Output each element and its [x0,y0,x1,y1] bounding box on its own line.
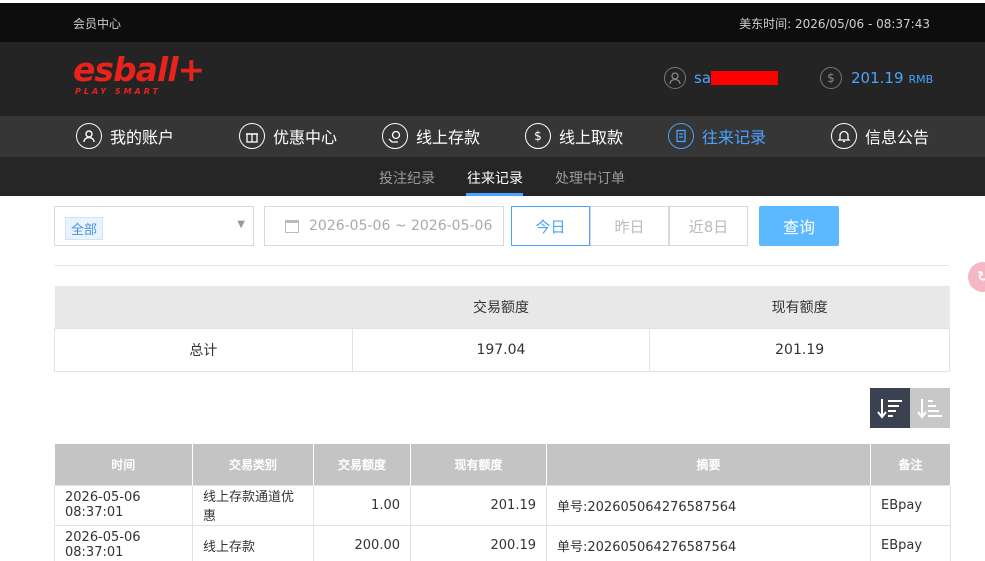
member-center-link[interactable]: 会员中心 [73,15,121,32]
col-header-summary[interactable]: 摘要 [546,444,871,485]
sub-nav: 投注纪录 往来记录 处理中订单 [0,157,985,196]
nav-label: 往来记录 [702,128,767,147]
sort-ascending-icon [917,399,942,419]
cell-note: EBpay [870,524,951,561]
float-widget-icon[interactable]: ↻ [968,262,985,292]
last-8-days-button[interactable]: 近8日 [669,206,748,246]
tab-pending-orders[interactable]: 处理中订单 [555,168,625,188]
user-icon [76,123,102,149]
nav-label: 我的账户 [110,128,175,147]
nav-item-account[interactable]: 我的账户 [76,123,174,149]
chevron-down-icon: ▼ [237,219,245,230]
gift-icon [239,123,265,149]
nav-label: 线上取款 [559,128,624,147]
col-header-amount[interactable]: 交易额度 [313,444,411,485]
cell-note: EBpay [870,484,951,526]
today-button[interactable]: 今日 [511,206,590,246]
dollar-icon: $ [820,67,842,89]
type-selected-chip: 全部 [65,217,104,240]
tab-transaction-records[interactable]: 往来记录 [467,168,523,188]
summary-header-amount: 交易额度 [352,286,650,328]
summary-header-blank [54,286,353,328]
nav-label: 线上存款 [416,128,481,147]
nav-label: 信息公告 [865,128,930,147]
nav-item-withdraw[interactable]: $ 线上取款 [525,123,623,149]
top-bar: 会员中心 美东时间: 2026/05/06 - 08:37:43 [0,0,985,42]
nav-item-records[interactable]: 往来记录 [668,123,766,149]
bell-icon [831,123,857,149]
yesterday-button[interactable]: 昨日 [590,206,669,246]
query-button[interactable]: 查询 [759,206,839,246]
date-range-picker[interactable]: 2026-05-06 ~ 2026-05-06 [264,206,504,246]
cell-amount: 200.00 [313,524,411,561]
user-icon [664,67,686,89]
main-nav: 我的账户 优惠中心 线上存款 $ 线上取款 往来记录 信息公告 [0,116,985,157]
summary-total-balance: 201.19 [649,327,950,372]
user-info[interactable]: sa [664,67,779,89]
sort-descending-icon [877,399,902,419]
records-icon [668,123,694,149]
username: sa [694,69,712,87]
sort-desc-button[interactable] [870,388,910,428]
col-header-type[interactable]: 交易类别 [192,444,314,485]
col-header-time[interactable]: 时间 [54,444,193,485]
table-header-row: 时间 交易类别 交易额度 现有额度 摘要 备注 [54,444,951,485]
sort-asc-button[interactable] [910,388,950,428]
cell-type: 线上存款 [192,524,314,561]
cell-summary: 单号:202605064276587564 [546,524,871,561]
cell-time: 2026-05-06 08:37:01 [54,484,193,526]
withdraw-icon: $ [525,123,551,149]
type-select[interactable]: 全部 ▼ [54,206,254,246]
nav-label: 优惠中心 [273,128,338,147]
divider [54,265,949,266]
table-row: 2026-05-06 08:37:01 线上存款通道优惠 1.00 201.19… [54,484,951,526]
summary-total-label: 总计 [54,327,353,372]
cell-time: 2026-05-06 08:37:01 [54,524,193,561]
server-time: 美东时间: 2026/05/06 - 08:37:43 [739,17,930,31]
cell-type: 线上存款通道优惠 [192,484,314,526]
tab-bet-records[interactable]: 投注纪录 [379,168,435,188]
logo-text: esball+ [73,50,205,89]
active-tab-indicator [466,193,523,196]
logo[interactable]: esball+ PLAY SMART [73,50,205,97]
username-redaction [711,71,779,85]
balance-amount: 201.19 [851,69,904,87]
records-table: 时间 交易类别 交易额度 现有额度 摘要 备注 2026-05-06 08:37… [54,444,951,561]
col-header-balance[interactable]: 现有额度 [410,444,547,485]
summary-total-amount: 197.04 [351,327,651,372]
date-range-value: 2026-05-06 ~ 2026-05-06 [309,218,493,234]
cell-amount: 1.00 [313,484,411,526]
nav-item-promotions[interactable]: 优惠中心 [239,123,337,149]
summary-header-balance: 现有额度 [649,286,950,328]
cell-balance: 200.19 [410,524,547,561]
balance-display: $ 201.19 RMB [820,67,933,89]
nav-item-announcements[interactable]: 信息公告 [831,123,929,149]
nav-item-deposit[interactable]: 线上存款 [382,123,480,149]
summary-table: 交易额度 现有额度 总计 197.04 201.19 [54,286,950,372]
deposit-icon [382,123,408,149]
cell-balance: 201.19 [410,484,547,526]
col-header-note[interactable]: 备注 [870,444,951,485]
table-row: 2026-05-06 08:37:01 线上存款 200.00 200.19 单… [54,524,951,561]
cell-summary: 单号:202605064276587564 [546,484,871,526]
header: esball+ PLAY SMART sa $ 201.19 RMB [0,42,985,116]
calendar-icon [285,219,299,233]
balance-currency: RMB [908,73,934,86]
